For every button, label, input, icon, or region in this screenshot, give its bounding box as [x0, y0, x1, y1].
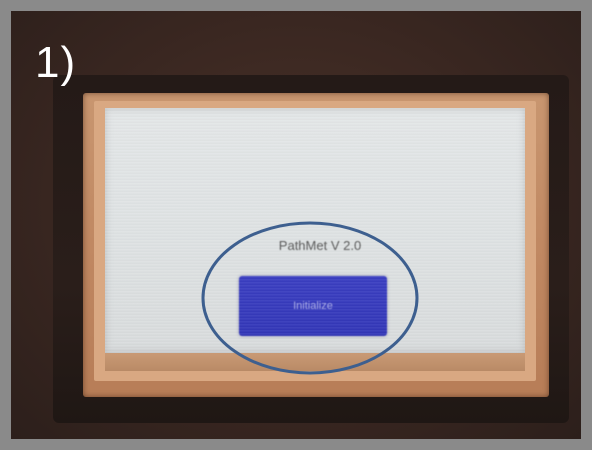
step-label: 1)	[35, 38, 77, 87]
initialize-button[interactable]: Initialize	[239, 276, 387, 336]
touch-screen: PathMet V 2.0 Initialize	[105, 108, 525, 353]
device-photo: PathMet V 2.0 Initialize 1)	[0, 0, 592, 450]
version-label: PathMet V 2.0	[278, 238, 362, 253]
bezel-lower-strip	[105, 353, 525, 371]
